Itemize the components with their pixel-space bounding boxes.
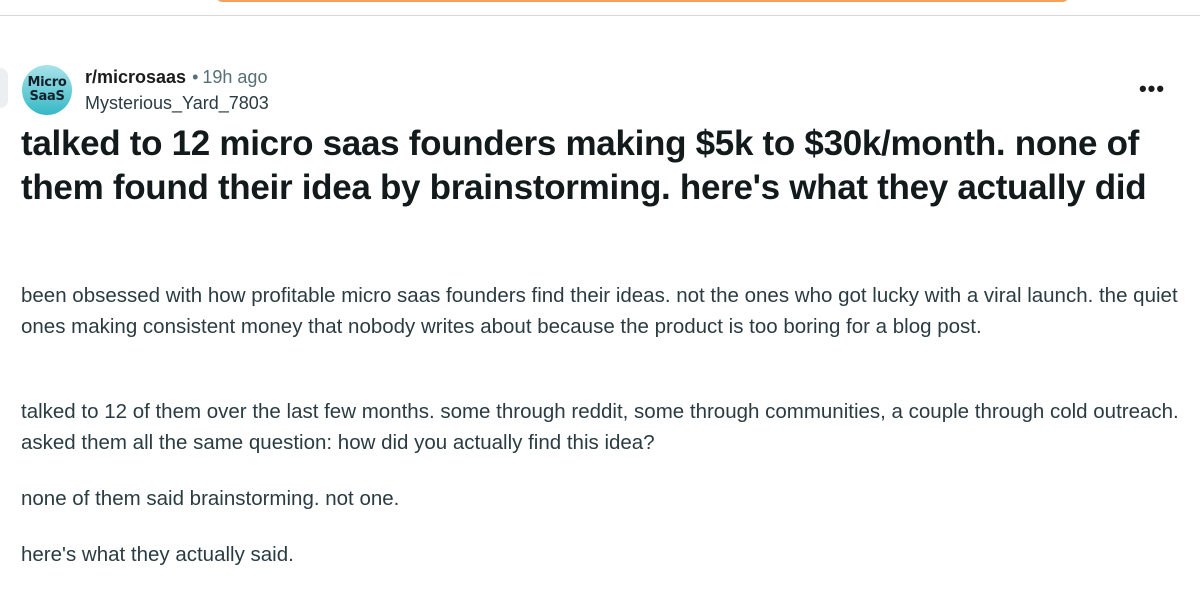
- subreddit-avatar[interactable]: Micro SaaS: [22, 65, 72, 115]
- post-meta: r/microsaas • 19h ago: [85, 66, 267, 88]
- top-header-bar: [0, 0, 1200, 16]
- search-bar[interactable]: [215, 0, 1070, 2]
- post-timestamp: 19h ago: [202, 67, 268, 87]
- post-body-paragraph: talked to 12 of them over the last few m…: [21, 400, 1179, 454]
- subreddit-link[interactable]: r/microsaas: [85, 67, 186, 87]
- author-link[interactable]: Mysterious_Yard_7803: [85, 92, 269, 114]
- ellipsis-icon: •••: [1138, 76, 1166, 101]
- post-body-paragraph: been obsessed with how profitable micro …: [21, 284, 1178, 338]
- post-body-paragraph: here's what they actually said.: [21, 543, 294, 566]
- avatar-text-line-1: Micro: [27, 75, 67, 90]
- meta-separator: •: [192, 67, 199, 87]
- left-panel-edge: [0, 68, 8, 108]
- more-options-button[interactable]: •••: [1137, 77, 1167, 101]
- post-body-paragraph: none of them said brainstorming. not one…: [21, 487, 400, 510]
- post-title: talked to 12 micro saas founders making …: [21, 124, 1147, 207]
- avatar-text-line-2: SaaS: [29, 89, 65, 104]
